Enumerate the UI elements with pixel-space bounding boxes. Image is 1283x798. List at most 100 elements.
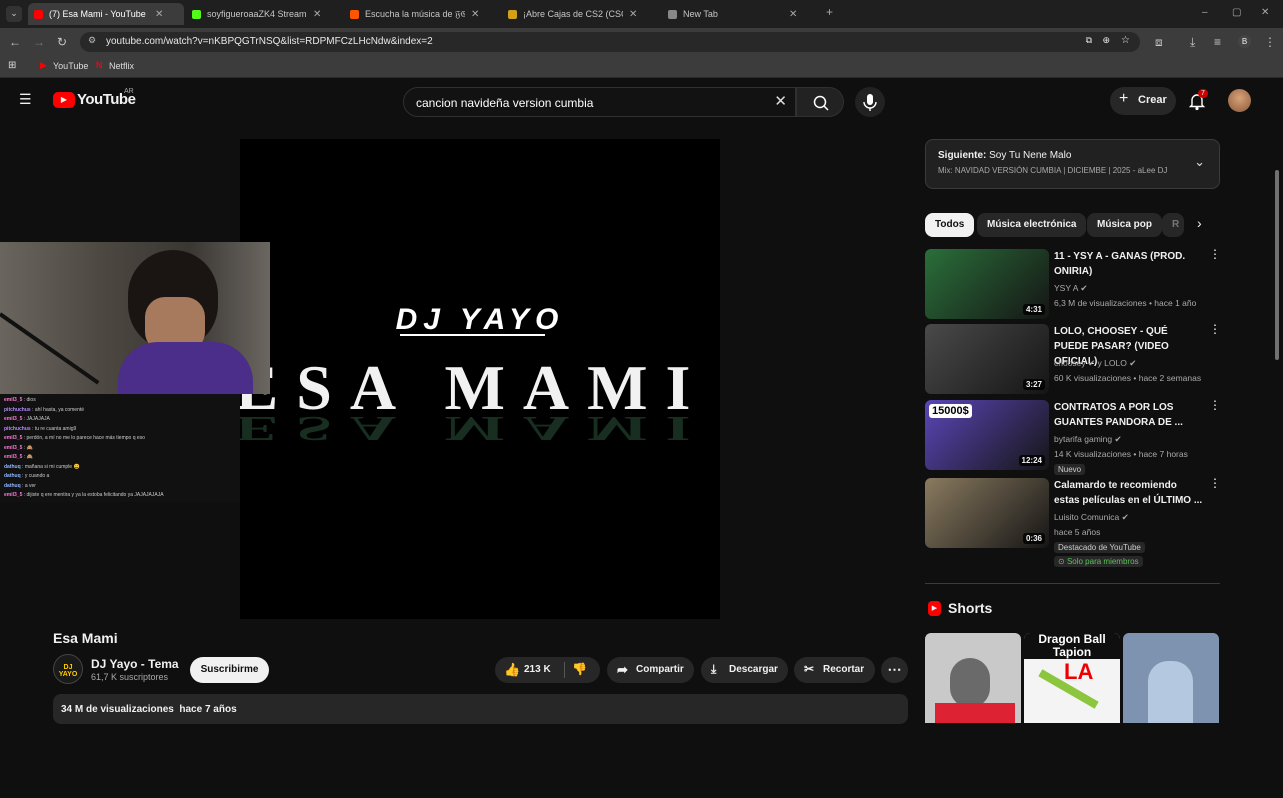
video-player[interactable]: DJ YAYO ESA MAMI ESA MAMI bbox=[236, 139, 720, 619]
chat-user: emil3_5 bbox=[4, 492, 23, 498]
video-thumbnail[interactable]: 15000$ 12:24 bbox=[925, 400, 1049, 470]
browser-tab[interactable]: New Tab ✕ bbox=[662, 3, 818, 25]
chip-all[interactable]: Todos bbox=[925, 213, 975, 237]
new-tab-button[interactable]: + bbox=[826, 5, 833, 19]
share-button[interactable]: ➦ Compartir bbox=[607, 657, 694, 683]
browser-tab[interactable]: Escucha la música de 𝔉𝔊𝔏 ℭ𝔦𝔞 ✕ bbox=[344, 3, 500, 25]
downloads-icon[interactable]: ⤓ bbox=[1190, 35, 1195, 50]
voice-search-button[interactable] bbox=[855, 87, 885, 117]
close-tab-icon[interactable]: ✕ bbox=[471, 9, 479, 20]
verified-icon: ✔ bbox=[1080, 283, 1088, 293]
dislike-icon[interactable]: 👎 bbox=[572, 662, 587, 676]
video-channel-line[interactable]: Luisito Comunica ✔ bbox=[1054, 512, 1129, 523]
close-tab-icon[interactable]: ✕ bbox=[789, 9, 797, 20]
channel-name[interactable]: DJ Yayo - Tema bbox=[91, 657, 179, 671]
more-options-icon[interactable]: ⋮ bbox=[1209, 323, 1221, 335]
recommended-video[interactable]: 0:36 Calamardo te recomiendo estas pelícu… bbox=[925, 477, 1221, 567]
chat-user: pitchuchus bbox=[4, 425, 31, 432]
recommended-video[interactable]: 3:27 LOLO, CHOOSEY - QUÉ PUEDE PASAR? (VI… bbox=[925, 323, 1221, 394]
scrollbar-thumb[interactable] bbox=[1275, 170, 1279, 360]
video-duration: 0:36 bbox=[1022, 533, 1045, 544]
cast-icon[interactable]: ⧉ bbox=[1086, 35, 1092, 46]
video-channel: choosey bbox=[1054, 358, 1086, 368]
bookmark-netflix[interactable]: Netflix bbox=[109, 61, 134, 71]
tab-favicon-icon bbox=[350, 9, 359, 19]
video-channel-line[interactable]: bytarifa gaming ✔ bbox=[1054, 434, 1122, 445]
notifications-button[interactable]: 7 bbox=[1188, 89, 1208, 111]
apps-grid-icon[interactable]: ⊞ bbox=[8, 60, 16, 71]
chips-next-icon[interactable]: › bbox=[1197, 215, 1202, 231]
video-channel-line[interactable]: YSY A ✔ bbox=[1054, 283, 1087, 294]
bookmark-youtube[interactable]: YouTube bbox=[53, 61, 88, 71]
video-channel-line[interactable]: choosey ✔ y LOLO ✔ bbox=[1054, 358, 1136, 369]
restore-icon[interactable]: ▢ bbox=[1232, 7, 1241, 18]
browser-menu-icon[interactable]: ⋮ bbox=[1264, 35, 1276, 49]
video-thumbnail[interactable]: 4:31 bbox=[925, 249, 1049, 319]
tab-search-button[interactable]: ⌄ bbox=[6, 6, 22, 22]
chip-pop[interactable]: Música pop bbox=[1087, 213, 1163, 237]
thumbnail-text: 15000$ bbox=[929, 404, 972, 418]
create-button[interactable]: + Crear bbox=[1110, 87, 1176, 115]
more-options-icon[interactable]: ⋮ bbox=[1209, 248, 1221, 260]
chat-message: dathuq : mañana si mi cumple 😄 bbox=[4, 463, 236, 473]
zoom-icon[interactable]: ⊕ bbox=[1102, 35, 1110, 46]
cover-title-reflection: ESA MAMI bbox=[240, 409, 708, 448]
chat-message: dathuq : y cuando a bbox=[4, 472, 236, 482]
bookmark-star-icon[interactable]: ☆ bbox=[1121, 35, 1130, 46]
video-thumbnail[interactable]: 0:36 bbox=[925, 478, 1049, 548]
browser-tab[interactable]: (7) Esa Mami - YouTube ✕ bbox=[28, 3, 184, 25]
like-icon[interactable]: 👍 bbox=[504, 662, 520, 678]
extensions-icon[interactable]: ⧈ bbox=[1155, 35, 1163, 50]
close-tab-icon[interactable]: ✕ bbox=[629, 9, 637, 20]
menu-icon[interactable]: ☰ bbox=[19, 92, 33, 106]
account-avatar[interactable] bbox=[1228, 89, 1251, 112]
more-actions-icon[interactable]: ⋯ bbox=[881, 657, 908, 683]
close-window-icon[interactable]: ✕ bbox=[1261, 7, 1269, 18]
video-meta: 14 K visualizaciones • hace 7 horas bbox=[1054, 449, 1188, 459]
chat-message: emil3_5 : dios bbox=[4, 396, 236, 406]
recommended-video[interactable]: 4:31 11 - YSY A - GANAS (PROD. ONIRIA) YSY… bbox=[925, 248, 1221, 319]
profile-avatar[interactable]: B bbox=[1238, 35, 1251, 48]
up-next-panel[interactable]: Siguiente: Soy Tu Nene Malo Mix: NAVIDAD… bbox=[925, 139, 1220, 189]
video-title[interactable]: CONTRATOS A POR LOS GUANTES PANDORA DE .… bbox=[1054, 400, 1204, 430]
more-options-icon[interactable]: ⋮ bbox=[1209, 399, 1221, 411]
reload-icon[interactable]: ↻ bbox=[57, 35, 67, 49]
like-count[interactable]: 213 K bbox=[524, 664, 551, 675]
video-badge: Nuevo bbox=[1054, 464, 1086, 475]
video-thumbnail[interactable]: 3:27 bbox=[925, 324, 1049, 394]
chevron-down-icon[interactable]: ⌄ bbox=[1194, 154, 1205, 170]
short-card[interactable]: Dragon Ball Tapion LA bbox=[1024, 633, 1120, 723]
channel-avatar[interactable]: DJ YAYO bbox=[53, 654, 83, 684]
chip-more[interactable]: R bbox=[1162, 213, 1184, 237]
short-title: Dragon Ball Tapion bbox=[1024, 633, 1120, 659]
short-card[interactable] bbox=[925, 633, 1021, 723]
up-next-label: Siguiente: bbox=[938, 150, 987, 161]
browser-tab[interactable]: soyfigueroaaZK4 Stream - Watc ✕ bbox=[186, 3, 342, 25]
search-button[interactable] bbox=[796, 87, 844, 117]
more-options-icon[interactable]: ⋮ bbox=[1209, 477, 1221, 489]
youtube-logo-icon[interactable]: ▶ bbox=[53, 92, 75, 108]
reading-list-icon[interactable]: ≡ bbox=[1214, 35, 1221, 49]
chat-user: pitchuchus bbox=[4, 406, 31, 413]
download-button[interactable]: ⤓ Descargar bbox=[701, 657, 788, 683]
stream-chat-overlay: emil3_5 : dios pitchuchus : ahí hasta, ya… bbox=[0, 394, 240, 502]
recommended-video[interactable]: 15000$ 12:24 CONTRATOS A POR LOS GUANTES P… bbox=[925, 399, 1221, 475]
scrollbar[interactable] bbox=[1274, 158, 1280, 798]
close-tab-icon[interactable]: ✕ bbox=[155, 9, 163, 20]
forward-icon[interactable]: → bbox=[33, 35, 45, 49]
clear-search-icon[interactable]: ✕ bbox=[774, 92, 787, 110]
clip-button[interactable]: ✂ Recortar bbox=[794, 657, 875, 683]
minimize-icon[interactable]: – bbox=[1202, 7, 1208, 18]
back-icon[interactable]: ← bbox=[9, 35, 21, 49]
video-duration: 12:24 bbox=[1018, 455, 1045, 466]
subscribe-button[interactable]: Suscribirme bbox=[190, 657, 269, 683]
search-input[interactable]: cancion navideña version cumbia ✕ bbox=[403, 87, 796, 117]
short-card[interactable] bbox=[1123, 633, 1219, 723]
close-tab-icon[interactable]: ✕ bbox=[313, 9, 321, 20]
site-info-icon[interactable]: ⚙ bbox=[88, 35, 96, 46]
browser-tab[interactable]: ¡Abre Cajas de CS2 (CSGO), Ga ✕ bbox=[502, 3, 658, 25]
video-title[interactable]: Calamardo te recomiendo estas películas … bbox=[1054, 478, 1204, 508]
url-input[interactable]: ⚙ youtube.com/watch?v=nKBPQGTrNSQ&list=R… bbox=[80, 32, 1140, 52]
video-title[interactable]: 11 - YSY A - GANAS (PROD. ONIRIA) bbox=[1054, 249, 1204, 279]
chip-electronic[interactable]: Música electrónica bbox=[977, 213, 1087, 237]
